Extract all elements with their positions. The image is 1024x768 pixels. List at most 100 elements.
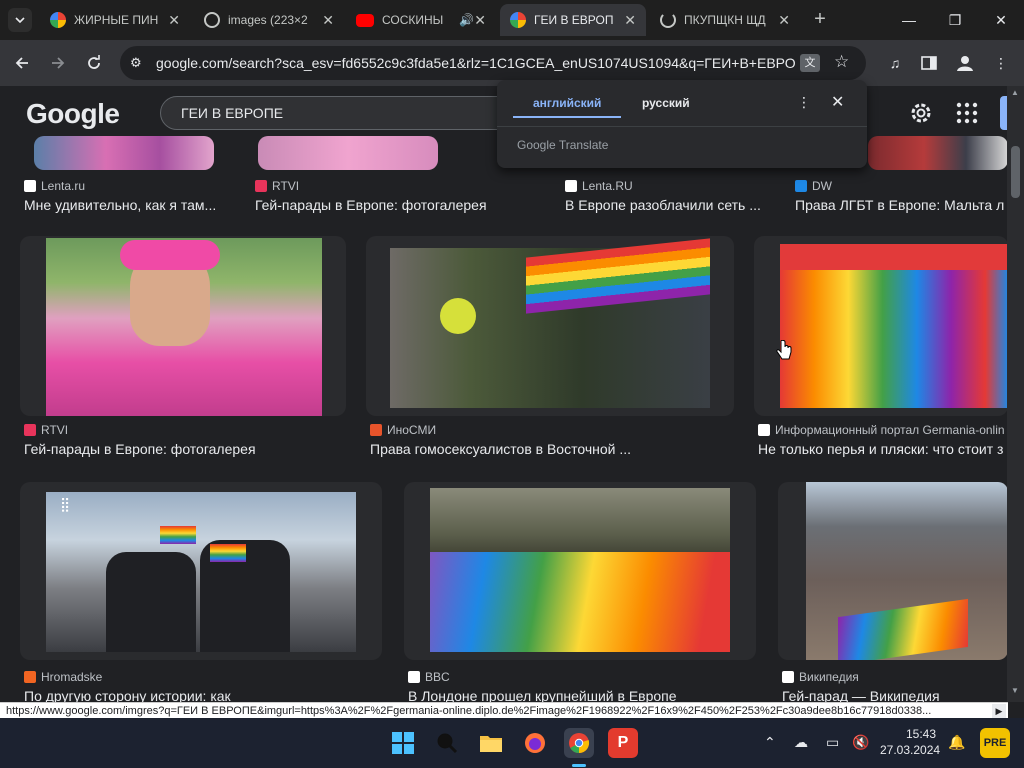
scroll-up-arrow[interactable]: ▲ — [1011, 88, 1019, 97]
url-text[interactable]: google.com/search?sca_esv=fd6552c9c3fda5… — [156, 55, 796, 71]
result-source[interactable]: Hromadske — [24, 670, 102, 684]
star-icon[interactable]: ☆ — [834, 52, 849, 72]
copilot-button[interactable]: PRE — [980, 728, 1010, 758]
close-icon[interactable]: ✕ — [831, 92, 844, 112]
active-tab-indicator — [513, 116, 621, 118]
result-source[interactable]: Википедия — [782, 670, 859, 684]
tray-expand-icon[interactable]: ⌃ — [764, 734, 776, 751]
file-explorer-button[interactable] — [476, 728, 506, 758]
close-tab-icon[interactable]: ✕ — [474, 12, 486, 29]
close-window-button[interactable]: ✕ — [978, 0, 1024, 40]
result-image[interactable] — [258, 136, 438, 170]
close-tab-icon[interactable]: ✕ — [168, 12, 180, 29]
more-options-icon[interactable]: ⋮ — [797, 94, 811, 111]
google-favicon-icon — [510, 12, 526, 28]
google-logo[interactable]: Google — [26, 98, 120, 130]
tab-2[interactable]: СОСКИНЫ 🔊 ✕ — [346, 4, 496, 36]
network-icon[interactable]: ▭ — [826, 734, 839, 751]
apps-grid-icon[interactable] — [956, 102, 978, 124]
result-image[interactable] — [404, 482, 756, 660]
result-title[interactable]: Не только перья и пляски: что стоит з — [758, 441, 1007, 457]
dot-grid-icon: ⣿ — [60, 496, 71, 512]
tab-1[interactable]: images (223×2 ✕ — [194, 4, 344, 36]
clock-date: 27.03.2024 — [880, 743, 941, 757]
result-image[interactable] — [366, 236, 734, 416]
profile-icon[interactable] — [954, 52, 976, 74]
scrollbar-thumb[interactable] — [1011, 146, 1020, 198]
forward-button[interactable] — [45, 50, 71, 76]
speaker-icon[interactable]: 🔊 — [459, 13, 474, 27]
loading-icon — [660, 12, 676, 28]
tab-search-button[interactable] — [8, 8, 32, 32]
scroll-down-arrow[interactable]: ▼ — [1011, 686, 1019, 695]
result-source[interactable]: Информационный портал Germania-onlin — [758, 423, 1007, 437]
search-icon — [437, 733, 458, 754]
result-source[interactable]: BBC — [408, 670, 450, 684]
firefox-button[interactable] — [520, 728, 550, 758]
tab-0[interactable]: ЖИРНЫЕ ПИН ✕ — [40, 4, 190, 36]
site-info-icon[interactable]: ⚙ — [130, 55, 142, 71]
result-image[interactable] — [778, 482, 1008, 660]
volume-muted-icon[interactable]: 🔇 — [852, 734, 869, 751]
arrow-right-icon — [52, 57, 65, 69]
side-panel-icon[interactable] — [918, 52, 940, 74]
result-source[interactable]: RTVI — [24, 423, 68, 437]
result-image[interactable]: ⣿ — [20, 482, 382, 660]
menu-dots-icon[interactable]: ⋮ — [990, 52, 1012, 74]
chrome-active-indicator — [572, 764, 586, 767]
chrome-icon — [569, 733, 590, 754]
address-bar[interactable]: ⚙ google.com/search?sca_esv=fd6552c9c3fd… — [120, 46, 866, 80]
search-taskbar-button[interactable] — [432, 728, 462, 758]
result-title[interactable]: Мне удивительно, как я там... — [24, 197, 234, 213]
cloud-offline-icon[interactable]: ☁ — [794, 734, 808, 751]
tab-title: ГЕИ В ЕВРОП — [534, 13, 614, 27]
result-image[interactable] — [20, 236, 346, 416]
chrome-button[interactable] — [564, 728, 594, 758]
result-title[interactable]: Права ЛГБТ в Европе: Мальта л — [795, 197, 1007, 213]
result-title[interactable]: Права гомосексуалистов в Восточной ... — [370, 441, 730, 457]
result-title[interactable]: Гей-парады в Европе: фотогалерея — [255, 197, 515, 213]
minimize-button[interactable]: — — [886, 0, 932, 40]
tab-title: ПКУПЩКН ЩД — [684, 13, 766, 27]
result-source[interactable]: RTVI — [255, 179, 299, 193]
tab-3[interactable]: ГЕИ В ЕВРОП ✕ — [500, 4, 646, 36]
system-clock[interactable]: 15:43 27.03.2024 — [880, 726, 941, 758]
page-scrollbar[interactable]: ▲ ▼ — [1007, 86, 1024, 702]
divider — [497, 126, 867, 127]
search-input[interactable]: ГЕИ В ЕВРОПЕ — [160, 96, 540, 130]
windows-logo-icon — [392, 732, 414, 754]
search-results-page: Google ГЕИ В ЕВРОПЕ Lenta.ru Мне удивите… — [0, 86, 1024, 718]
clock-time: 15:43 — [905, 727, 936, 741]
maximize-button[interactable]: ❐ — [932, 0, 978, 40]
new-tab-button[interactable]: + — [808, 8, 832, 32]
folder-icon — [480, 736, 502, 752]
close-tab-icon[interactable]: ✕ — [322, 12, 334, 29]
result-image[interactable] — [754, 236, 1008, 416]
media-control-icon[interactable]: ♫ — [884, 52, 906, 74]
tab-title: images (223×2 — [228, 13, 308, 27]
result-source[interactable]: Lenta.ru — [24, 179, 85, 193]
reload-icon — [88, 55, 100, 69]
tab-source-language[interactable]: английский — [533, 96, 601, 110]
result-title[interactable]: В Европе разоблачили сеть ... — [565, 197, 775, 213]
psiphon-button[interactable]: P — [608, 728, 638, 758]
result-source[interactable]: Lenta.RU — [565, 179, 633, 193]
close-tab-icon[interactable]: ✕ — [778, 12, 790, 29]
youtube-icon — [356, 13, 374, 27]
notification-bell-icon[interactable]: 🔔 — [948, 734, 965, 751]
close-tab-icon[interactable]: ✕ — [624, 12, 636, 29]
translate-icon[interactable]: 文 — [800, 54, 820, 72]
result-image[interactable] — [868, 136, 1008, 170]
gear-icon[interactable] — [908, 100, 934, 126]
result-source[interactable]: DW — [795, 179, 832, 193]
back-button[interactable] — [9, 50, 35, 76]
start-button[interactable] — [388, 728, 418, 758]
result-title[interactable]: Гей-парады в Европе: фотогалерея — [24, 441, 324, 457]
result-source[interactable]: ИноСМИ — [370, 423, 436, 437]
tab-target-language[interactable]: русский — [642, 96, 690, 110]
reload-button[interactable] — [81, 50, 107, 76]
status-expand-button[interactable]: ▶ — [992, 704, 1006, 718]
google-favicon-icon — [50, 12, 66, 28]
result-image[interactable] — [34, 136, 214, 170]
tab-4[interactable]: ПКУПЩКН ЩД ✕ — [650, 4, 800, 36]
